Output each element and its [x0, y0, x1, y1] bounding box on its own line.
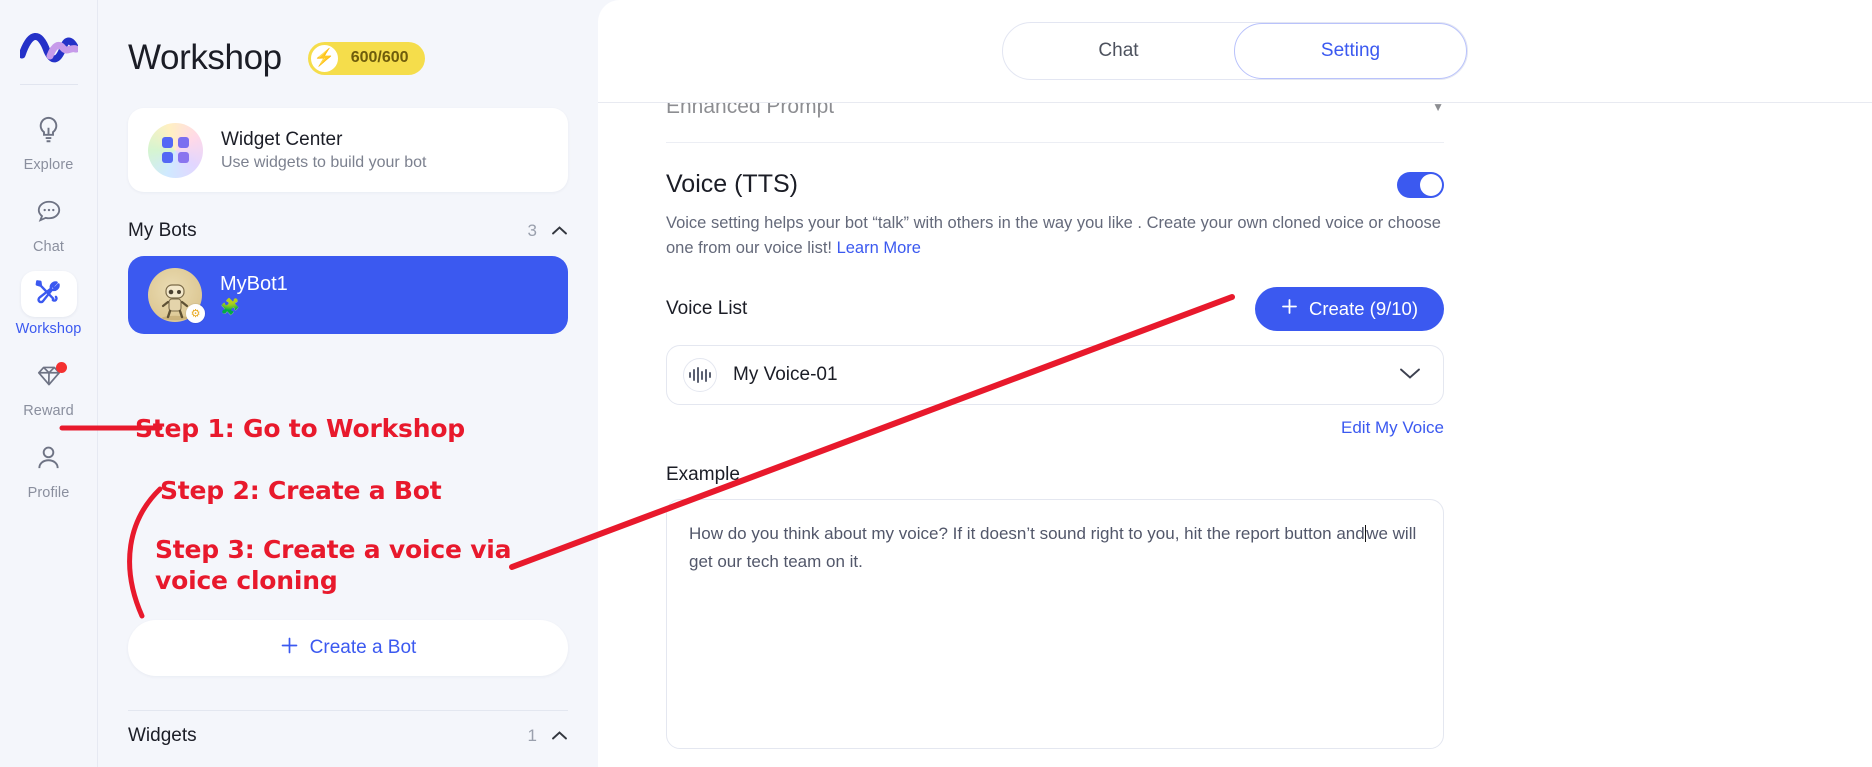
enhanced-prompt-row[interactable]: Enhanced Prompt ▼: [666, 103, 1444, 129]
chevron-up-icon[interactable]: [551, 729, 568, 744]
person-icon: [21, 435, 77, 481]
sidebar-label-reward: Reward: [23, 403, 74, 419]
enhanced-prompt-label: Enhanced Prompt: [666, 103, 835, 118]
workshop-panel: Workshop ⚡ 600/600 Widget Center Use wid…: [98, 0, 598, 767]
sidebar-label-explore: Explore: [23, 157, 74, 173]
plus-icon: [280, 636, 299, 661]
voice-tts-description: Voice setting helps your bot “talk” with…: [666, 211, 1444, 261]
sidebar-item-workshop[interactable]: Workshop: [13, 271, 85, 337]
sidebar-item-reward[interactable]: Reward: [13, 353, 85, 419]
main-panel: Chat Setting Enhanced Prompt ▼ Voice (TT…: [598, 0, 1872, 767]
widget-center-title: Widget Center: [221, 128, 343, 150]
widgets-meta: 1: [528, 726, 568, 746]
widget-center-subtitle: Use widgets to build your bot: [221, 153, 427, 171]
my-bots-count: 3: [527, 221, 537, 240]
avatar: ⚙: [148, 268, 205, 323]
lightning-bolt-icon: ⚡: [308, 42, 340, 74]
widget-center-card[interactable]: Widget Center Use widgets to build your …: [128, 108, 568, 192]
example-label: Example: [666, 464, 740, 486]
section-divider: [666, 142, 1444, 143]
workshop-header: Workshop ⚡ 600/600: [128, 0, 568, 78]
example-text-before-caret: How do you think about my voice? If it d…: [689, 524, 1365, 544]
voice-select-dropdown[interactable]: My Voice-01: [666, 345, 1444, 406]
voice-list-label: Voice List: [666, 298, 748, 320]
app-root: Explore Chat Workshop Reward Profile Wor…: [0, 0, 1872, 767]
widget-center-text: Widget Center Use widgets to build your …: [221, 129, 426, 172]
my-bots-meta: 3: [528, 221, 568, 241]
tab-chat[interactable]: Chat: [1003, 23, 1234, 79]
tab-group: Chat Setting: [1002, 22, 1468, 80]
notification-dot: [55, 362, 67, 373]
rail-divider: [19, 84, 78, 85]
diamond-icon: [21, 353, 77, 399]
sidebar-item-explore[interactable]: Explore: [13, 107, 85, 173]
edit-my-voice-link[interactable]: Edit My Voice: [666, 418, 1444, 438]
chevron-up-icon[interactable]: [551, 224, 568, 239]
create-a-bot-label: Create a Bot: [309, 637, 417, 658]
sidebar-item-chat[interactable]: Chat: [13, 189, 85, 255]
lightbulb-icon: [21, 107, 77, 153]
energy-badge[interactable]: ⚡ 600/600: [307, 41, 425, 75]
chat-bubble-icon: [21, 189, 77, 235]
plus-icon: [1281, 298, 1298, 320]
sidebar-item-profile[interactable]: Profile: [13, 435, 85, 501]
selected-voice-name: My Voice-01: [733, 364, 838, 386]
brand-wave-logo: [18, 22, 80, 70]
my-bots-section-header[interactable]: My Bots 3: [128, 220, 568, 242]
primary-nav-rail: Explore Chat Workshop Reward Profile: [0, 0, 98, 767]
brick-icon: 🧩: [220, 299, 240, 316]
voice-description-text: Voice setting helps your bot “talk” with…: [666, 214, 1441, 258]
my-bots-label: My Bots: [128, 220, 197, 241]
gear-badge-icon: ⚙: [186, 304, 205, 323]
voice-list-row: Voice List Create (9/10): [666, 287, 1444, 332]
energy-value: 600/600: [350, 49, 409, 66]
tabs-container: Chat Setting: [598, 0, 1872, 102]
create-voice-label: Create (9/10): [1309, 298, 1418, 320]
sidebar-label-chat: Chat: [32, 239, 65, 255]
workshop-divider: [128, 710, 568, 711]
voice-tts-toggle[interactable]: [1397, 171, 1444, 198]
voice-select-left: My Voice-01: [683, 358, 838, 393]
voice-tts-header: Voice (TTS): [666, 170, 1444, 199]
bot-info: MyBot1 🧩: [220, 273, 288, 317]
create-voice-button[interactable]: Create (9/10): [1255, 287, 1444, 332]
page-title: Workshop: [128, 38, 282, 77]
tools-icon: [20, 271, 77, 317]
list-item-bot[interactable]: ⚙ MyBot1 🧩: [128, 256, 568, 334]
caret-down-icon[interactable]: ▼: [1432, 103, 1444, 114]
grid-squares-icon: [148, 122, 203, 178]
bot-name: MyBot1: [220, 273, 288, 295]
sidebar-label-profile: Profile: [27, 485, 70, 501]
chevron-down-icon[interactable]: [1399, 364, 1421, 386]
waveform-icon: [683, 358, 717, 393]
setting-left-column: Enhanced Prompt ▼ Voice (TTS) Voice sett…: [666, 103, 1444, 750]
widgets-section-header[interactable]: Widgets 1: [128, 725, 568, 747]
example-textarea[interactable]: How do you think about my voice? If it d…: [666, 499, 1444, 750]
widgets-count: 1: [527, 726, 537, 745]
learn-more-link[interactable]: Learn More: [837, 239, 921, 257]
widgets-label: Widgets: [128, 725, 197, 746]
voice-tts-title: Voice (TTS): [666, 170, 798, 198]
tab-setting[interactable]: Setting: [1234, 23, 1467, 79]
create-a-bot-button[interactable]: Create a Bot: [128, 620, 568, 676]
sidebar-label-workshop: Workshop: [15, 321, 82, 337]
